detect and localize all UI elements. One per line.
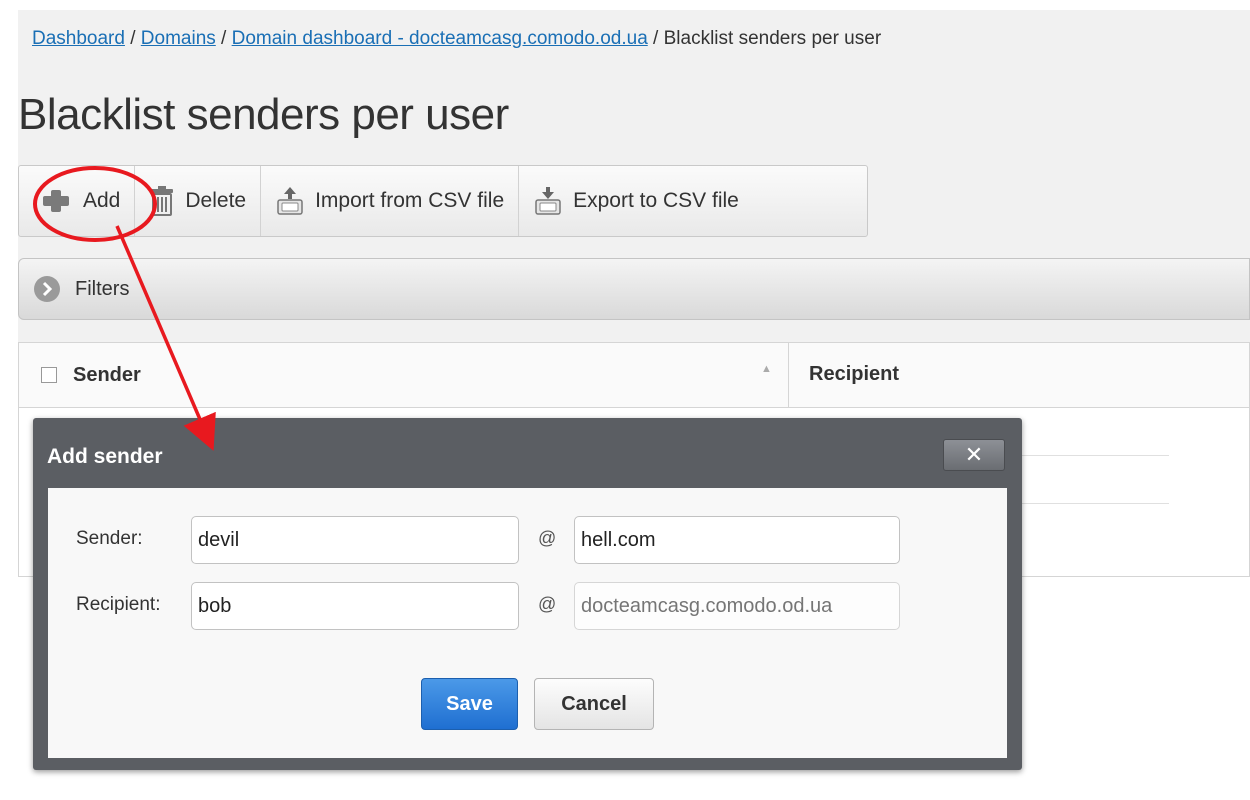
sort-asc-icon: ▲	[761, 363, 772, 375]
breadcrumb-dashboard[interactable]: Dashboard	[32, 28, 125, 49]
breadcrumb-current: Blacklist senders per user	[663, 28, 882, 49]
add-button[interactable]: Add	[25, 166, 136, 236]
dialog-title: Add sender	[47, 445, 163, 468]
trash-icon	[151, 186, 174, 216]
sender-local-input[interactable]	[191, 516, 519, 564]
column-header-recipient[interactable]: Recipient	[809, 363, 899, 386]
import-csv-label: Import from CSV file	[315, 189, 505, 212]
delete-label: Delete	[185, 189, 247, 212]
sender-domain-input[interactable]	[574, 516, 900, 564]
cancel-button[interactable]: Cancel	[534, 678, 654, 730]
table-header: Sender ▲ Recipient	[19, 343, 1249, 408]
recipient-local-input[interactable]	[191, 582, 519, 630]
plus-icon	[43, 190, 69, 212]
breadcrumb-separator: /	[124, 28, 141, 49]
filters-label: Filters	[75, 277, 130, 300]
csv-export-icon	[535, 187, 561, 215]
import-csv-button[interactable]: Import from CSV file	[261, 166, 520, 236]
breadcrumb-separator: /	[647, 28, 664, 49]
breadcrumb: Dashboard / Domains / Domain dashboard -…	[32, 28, 881, 50]
recipient-at-symbol: @	[538, 594, 557, 614]
filters-panel-toggle[interactable]: Filters	[18, 258, 1250, 320]
recipient-label: Recipient:	[76, 594, 161, 615]
dialog-body: Sender: @ Recipient: @ Save Cancel	[48, 488, 1007, 758]
save-button[interactable]: Save	[421, 678, 518, 730]
chevron-right-icon	[34, 276, 60, 302]
breadcrumb-domain-dashboard[interactable]: Domain dashboard - docteamcasg.comodo.od…	[232, 28, 648, 49]
close-icon: ✕	[964, 442, 984, 467]
close-button[interactable]: ✕	[943, 439, 1005, 471]
column-header-sender[interactable]: Sender ▲	[19, 343, 789, 407]
recipient-domain-input	[574, 582, 900, 630]
breadcrumb-separator: /	[215, 28, 232, 49]
delete-button[interactable]: Delete	[135, 166, 262, 236]
sender-at-symbol: @	[538, 528, 557, 548]
sender-label: Sender:	[76, 528, 143, 549]
page-title: Blacklist senders per user	[18, 90, 509, 139]
export-csv-button[interactable]: Export to CSV file	[519, 166, 753, 236]
add-label: Add	[83, 189, 121, 212]
csv-import-icon	[277, 187, 303, 215]
export-csv-label: Export to CSV file	[573, 189, 739, 212]
add-sender-dialog: Add sender ✕ Sender: @ Recipient: @ Save…	[33, 418, 1022, 770]
breadcrumb-domains[interactable]: Domains	[141, 28, 216, 49]
toolbar: Add Delete Import from CSV file Export t…	[18, 165, 868, 237]
column-label-sender: Sender	[73, 363, 141, 386]
select-all-checkbox[interactable]	[41, 367, 57, 383]
